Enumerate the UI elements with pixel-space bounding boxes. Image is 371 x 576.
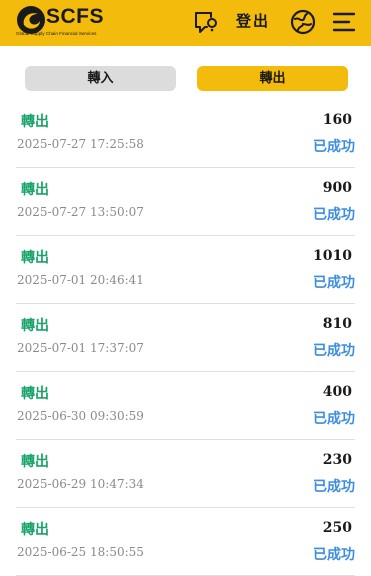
brand-tagline: Global Supply Chain Financial Services — [16, 31, 97, 36]
record-amount: 400 — [322, 384, 352, 400]
transfer-record-list: 轉出 2025-07-27 17:25:58 160 已成功 轉出 2025-0… — [0, 100, 371, 576]
record-time: 2025-07-27 17:25:58 — [17, 137, 144, 151]
record-time: 2025-07-27 13:50:07 — [17, 205, 144, 219]
brand-name: SCFS — [46, 5, 105, 28]
record-status: 已成功 — [313, 547, 355, 563]
message-question-icon[interactable] — [193, 9, 219, 35]
record-time: 2025-06-29 10:47:34 — [17, 477, 144, 491]
record-status: 已成功 — [313, 479, 355, 495]
record-status: 已成功 — [313, 139, 355, 155]
list-item[interactable]: 轉出 2025-06-29 10:47:34 230 已成功 — [16, 440, 355, 508]
record-type: 轉出 — [21, 182, 49, 198]
record-time: 2025-06-30 09:30:59 — [17, 409, 144, 423]
record-time: 2025-06-25 18:50:55 — [17, 545, 144, 559]
record-status: 已成功 — [313, 411, 355, 427]
app-header: SCFS Global Supply Chain Financial Servi… — [0, 0, 371, 46]
tab-transfer-out[interactable]: 轉出 — [197, 66, 348, 91]
list-item[interactable]: 轉出 2025-07-27 13:50:07 900 已成功 — [16, 168, 355, 236]
list-item[interactable]: 轉出 2025-07-01 20:46:41 1010 已成功 — [16, 236, 355, 304]
logout-button[interactable]: 登出 — [236, 11, 270, 31]
record-type: 轉出 — [21, 114, 49, 130]
record-amount: 810 — [322, 316, 352, 332]
record-status: 已成功 — [313, 207, 355, 223]
record-type: 轉出 — [21, 522, 49, 538]
globe-icon[interactable] — [290, 9, 316, 35]
record-type: 轉出 — [21, 318, 49, 334]
list-item[interactable]: 轉出 2025-06-25 18:50:55 250 已成功 — [16, 508, 355, 576]
record-amount: 160 — [322, 112, 352, 128]
record-amount: 900 — [322, 180, 352, 196]
list-item[interactable]: 轉出 2025-06-30 09:30:59 400 已成功 — [16, 372, 355, 440]
record-status: 已成功 — [313, 275, 355, 291]
list-item[interactable]: 轉出 2025-07-27 17:25:58 160 已成功 — [16, 100, 355, 168]
tab-transfer-in[interactable]: 轉入 — [25, 66, 176, 91]
record-type: 轉出 — [21, 454, 49, 470]
record-amount: 230 — [322, 452, 352, 468]
record-status: 已成功 — [313, 343, 355, 359]
list-item[interactable]: 轉出 2025-07-01 17:37:07 810 已成功 — [16, 304, 355, 372]
menu-icon[interactable] — [331, 9, 357, 35]
record-type: 轉出 — [21, 386, 49, 402]
record-time: 2025-07-01 20:46:41 — [17, 273, 144, 287]
record-amount: 250 — [322, 520, 352, 536]
record-time: 2025-07-01 17:37:07 — [17, 341, 144, 355]
record-type: 轉出 — [21, 250, 49, 266]
record-amount: 1010 — [313, 248, 352, 264]
